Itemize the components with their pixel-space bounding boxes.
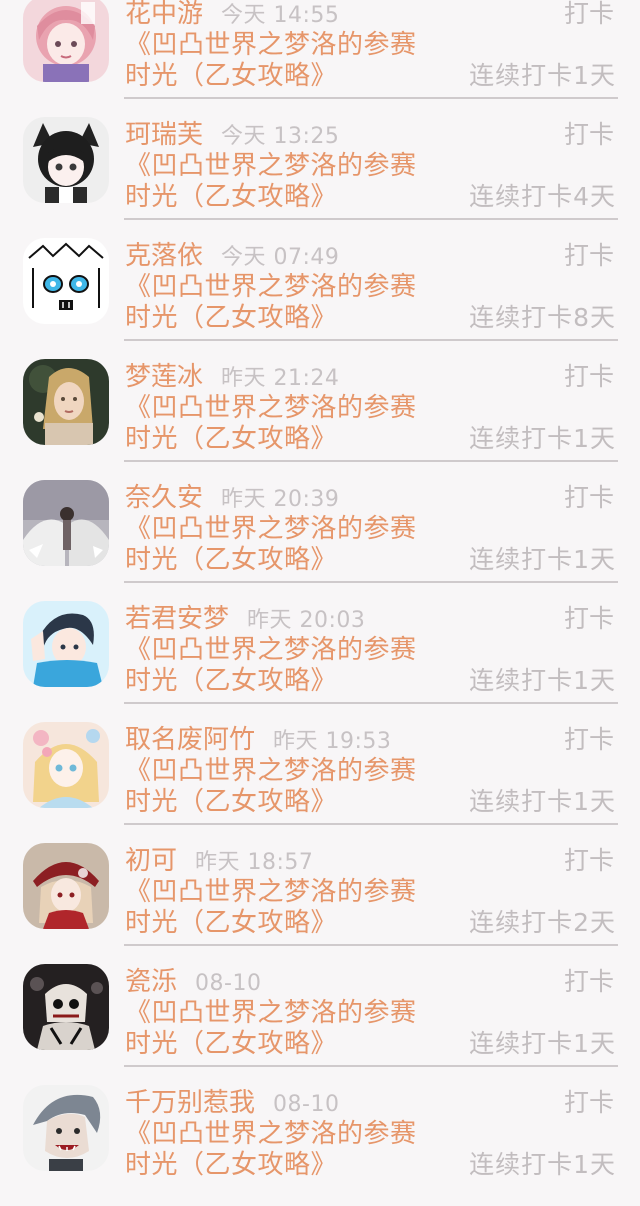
- post-time: 今天 14:55: [221, 3, 340, 28]
- streak-count: 连续打卡1天: [469, 545, 616, 574]
- avatar[interactable]: [23, 238, 109, 324]
- avatar[interactable]: [23, 1085, 109, 1171]
- user-name[interactable]: 珂瑞芙: [125, 120, 203, 150]
- list-item[interactable]: 千万别惹我 08-10 打卡 《凹凸世界之梦洛的参赛时光（乙女攻略》 连续打卡1天: [0, 1085, 640, 1206]
- post-time: 昨天 19:53: [273, 729, 392, 754]
- list-item[interactable]: 取名废阿竹 昨天 19:53 打卡 《凹凸世界之梦洛的参赛时光（乙女攻略》 连续打…: [0, 722, 640, 843]
- avatar[interactable]: [23, 0, 109, 82]
- topic-title[interactable]: 《凹凸世界之梦洛的参赛时光（乙女攻略》: [125, 514, 425, 576]
- divider: [124, 581, 618, 583]
- avatar[interactable]: [23, 480, 109, 566]
- post-time: 昨天 20:03: [247, 608, 366, 633]
- list-item[interactable]: 初可 昨天 18:57 打卡 《凹凸世界之梦洛的参赛时光（乙女攻略》 连续打卡2天: [0, 843, 640, 964]
- user-name[interactable]: 瓷泺: [125, 967, 177, 997]
- topic-title[interactable]: 《凹凸世界之梦洛的参赛时光（乙女攻略》: [125, 635, 425, 697]
- post-time: 今天 07:49: [221, 245, 340, 270]
- user-name[interactable]: 奈久安: [125, 483, 203, 513]
- user-name[interactable]: 取名废阿竹: [125, 725, 255, 755]
- checkin-label: 打卡: [563, 604, 614, 633]
- divider: [124, 339, 618, 341]
- avatar[interactable]: [23, 964, 109, 1050]
- post-time: 昨天 21:24: [221, 366, 340, 391]
- divider: [124, 944, 618, 946]
- divider: [124, 97, 618, 99]
- streak-count: 连续打卡2天: [469, 908, 616, 937]
- list-item[interactable]: 瓷泺 08-10 打卡 《凹凸世界之梦洛的参赛时光（乙女攻略》 连续打卡1天: [0, 964, 640, 1085]
- user-name[interactable]: 若君安梦: [125, 604, 229, 634]
- divider: [124, 1065, 618, 1067]
- topic-title[interactable]: 《凹凸世界之梦洛的参赛时光（乙女攻略》: [125, 998, 425, 1060]
- avatar[interactable]: [23, 601, 109, 687]
- user-name[interactable]: 花中游: [125, 0, 203, 29]
- user-name[interactable]: 初可: [125, 846, 177, 876]
- checkin-label: 打卡: [563, 362, 614, 391]
- divider: [124, 218, 618, 220]
- user-name[interactable]: 克落依: [125, 241, 203, 271]
- checkin-label: 打卡: [563, 846, 614, 875]
- avatar[interactable]: [23, 843, 109, 929]
- topic-title[interactable]: 《凹凸世界之梦洛的参赛时光（乙女攻略》: [125, 272, 425, 334]
- topic-title[interactable]: 《凹凸世界之梦洛的参赛时光（乙女攻略》: [125, 393, 425, 455]
- streak-count: 连续打卡1天: [469, 1029, 616, 1058]
- post-time: 昨天 18:57: [195, 850, 314, 875]
- streak-count: 连续打卡8天: [469, 303, 616, 332]
- checkin-label: 打卡: [563, 120, 614, 149]
- checkin-label: 打卡: [563, 241, 614, 270]
- streak-count: 连续打卡1天: [469, 424, 616, 453]
- topic-title[interactable]: 《凹凸世界之梦洛的参赛时光（乙女攻略》: [125, 877, 425, 939]
- post-time: 08-10: [273, 1092, 340, 1117]
- list-item[interactable]: 奈久安 昨天 20:39 打卡 《凹凸世界之梦洛的参赛时光（乙女攻略》 连续打卡1…: [0, 480, 640, 601]
- streak-count: 连续打卡1天: [469, 787, 616, 816]
- divider: [124, 823, 618, 825]
- checkin-label: 打卡: [563, 725, 614, 754]
- checkin-label: 打卡: [563, 967, 614, 996]
- topic-title[interactable]: 《凹凸世界之梦洛的参赛时光（乙女攻略》: [125, 30, 425, 92]
- avatar[interactable]: [23, 722, 109, 808]
- user-name[interactable]: 梦莲冰: [125, 362, 203, 392]
- list-item[interactable]: 珂瑞芙 今天 13:25 打卡 《凹凸世界之梦洛的参赛时光（乙女攻略》 连续打卡4…: [0, 117, 640, 238]
- checkin-label: 打卡: [563, 483, 614, 512]
- list-item[interactable]: 梦莲冰 昨天 21:24 打卡 《凹凸世界之梦洛的参赛时光（乙女攻略》 连续打卡1…: [0, 359, 640, 480]
- post-time: 昨天 20:39: [221, 487, 340, 512]
- checkin-label: 打卡: [563, 0, 614, 28]
- avatar[interactable]: [23, 117, 109, 203]
- streak-count: 连续打卡1天: [469, 1150, 616, 1179]
- divider: [124, 702, 618, 704]
- user-name[interactable]: 千万别惹我: [125, 1088, 255, 1118]
- topic-title[interactable]: 《凹凸世界之梦洛的参赛时光（乙女攻略》: [125, 1119, 425, 1181]
- streak-count: 连续打卡4天: [469, 182, 616, 211]
- list-item[interactable]: 克落依 今天 07:49 打卡 《凹凸世界之梦洛的参赛时光（乙女攻略》 连续打卡8…: [0, 238, 640, 359]
- streak-count: 连续打卡1天: [469, 666, 616, 695]
- avatar[interactable]: [23, 359, 109, 445]
- streak-count: 连续打卡1天: [469, 61, 616, 90]
- checkin-feed: 花中游 今天 14:55 打卡 《凹凸世界之梦洛的参赛时光（乙女攻略》 连续打卡1…: [0, 0, 640, 1206]
- post-time: 08-10: [195, 971, 262, 996]
- topic-title[interactable]: 《凹凸世界之梦洛的参赛时光（乙女攻略》: [125, 151, 425, 213]
- list-item[interactable]: 花中游 今天 14:55 打卡 《凹凸世界之梦洛的参赛时光（乙女攻略》 连续打卡1…: [0, 0, 640, 117]
- topic-title[interactable]: 《凹凸世界之梦洛的参赛时光（乙女攻略》: [125, 756, 425, 818]
- checkin-label: 打卡: [563, 1088, 614, 1117]
- list-item[interactable]: 若君安梦 昨天 20:03 打卡 《凹凸世界之梦洛的参赛时光（乙女攻略》 连续打卡…: [0, 601, 640, 722]
- divider: [124, 460, 618, 462]
- post-time: 今天 13:25: [221, 124, 340, 149]
